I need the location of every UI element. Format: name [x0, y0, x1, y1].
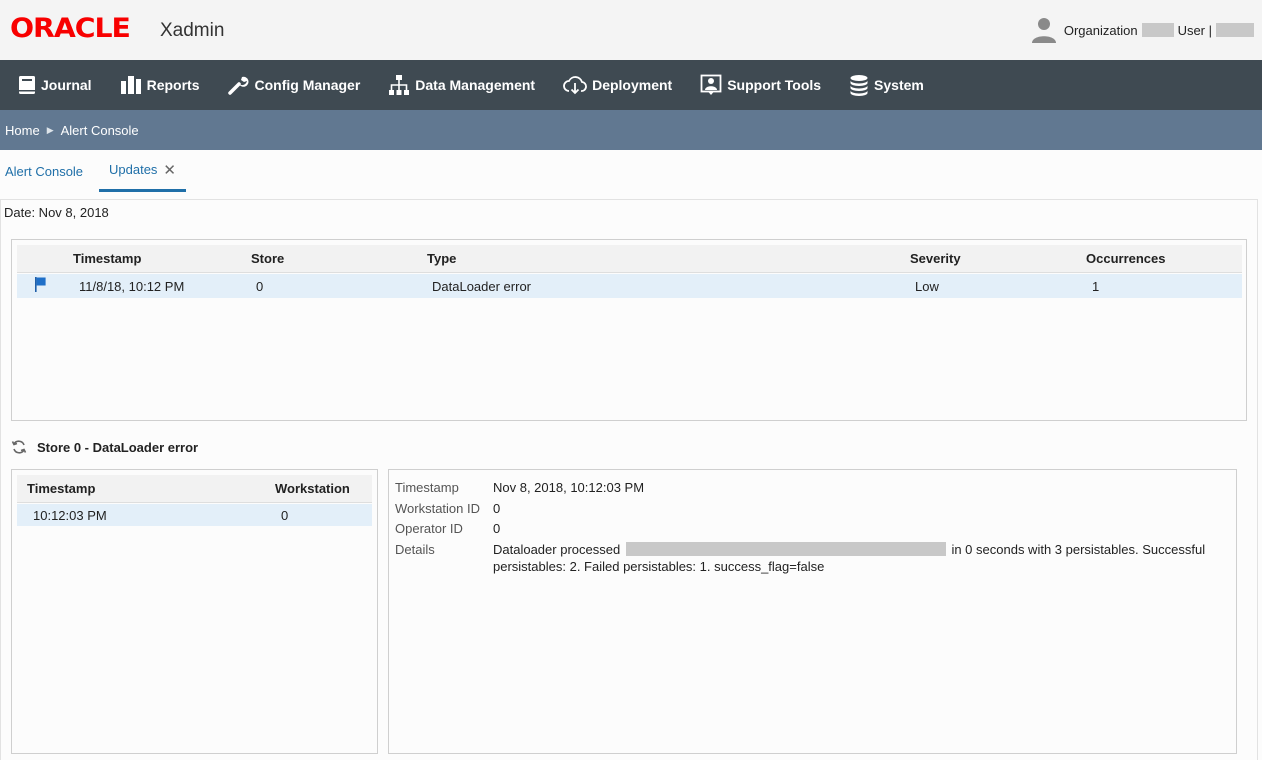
journal-icon — [19, 76, 35, 94]
workstation-table-header: Timestamp Workstation — [17, 475, 372, 503]
organization-label: Organization — [1063, 22, 1138, 38]
user-label: User | — [1177, 22, 1212, 38]
alerts-table-header: Timestamp Store Type Severity Occurrence… — [17, 245, 1242, 273]
detail-operator-value: 0 — [493, 521, 501, 536]
column-header-store[interactable]: Store — [251, 251, 284, 266]
tab-updates[interactable]: Updates ✕ — [99, 150, 186, 192]
flag-icon — [35, 277, 46, 292]
workstation-table: Timestamp Workstation 10:12:03 PM 0 — [11, 469, 378, 754]
nav-system[interactable]: System — [849, 74, 924, 96]
details-prefix: Dataloader processed — [493, 542, 621, 557]
detail-timestamp-label: Timestamp — [395, 480, 459, 495]
nav-journal[interactable]: Journal — [18, 75, 92, 95]
cell-workstation: 0 — [281, 508, 289, 523]
breadcrumb-home[interactable]: Home — [5, 123, 40, 138]
nav-config-manager[interactable]: Config Manager — [227, 74, 360, 96]
nav-deployment[interactable]: Deployment — [563, 74, 672, 96]
app-name: Xadmin — [160, 20, 225, 41]
table-row[interactable]: 11/8/18, 10:12 PM 0 DataLoader error Low… — [17, 274, 1242, 298]
hierarchy-icon — [389, 75, 410, 95]
organization-redacted — [1141, 23, 1174, 37]
user-avatar-icon[interactable] — [1030, 16, 1058, 44]
column-header-timestamp[interactable]: Timestamp — [73, 251, 141, 266]
alerts-table: Timestamp Store Type Severity Occurrence… — [11, 239, 1247, 421]
column-header-severity[interactable]: Severity — [910, 251, 961, 266]
reports-icon — [120, 76, 141, 94]
oracle-logo: ORACLE — [10, 13, 131, 44]
nav-deployment-label: Deployment — [592, 77, 673, 93]
cell-store: 0 — [256, 279, 264, 294]
breadcrumb-separator-icon: ▶ — [46, 124, 54, 135]
nav-config-manager-label: Config Manager — [254, 77, 361, 93]
tab-updates-label: Updates — [109, 162, 158, 177]
user-area[interactable]: Organization User | — [1030, 16, 1254, 44]
app-header: ORACLE Xadmin Organization User | — [0, 0, 1262, 60]
section-title: Store 0 - DataLoader error — [11, 439, 198, 455]
cell-timestamp: 11/8/18, 10:12 PM — [79, 279, 185, 294]
column-header-occurrences[interactable]: Occurrences — [1086, 251, 1166, 266]
main-nav: Journal Reports Config Manager Data Mana… — [0, 60, 1262, 110]
tab-alert-console[interactable]: Alert Console — [5, 150, 83, 192]
column-header-type[interactable]: Type — [427, 251, 456, 266]
nav-system-label: System — [874, 77, 924, 93]
detail-workstation-value: 0 — [493, 501, 501, 516]
nav-journal-label: Journal — [41, 77, 92, 93]
details-redacted — [625, 542, 946, 556]
detail-operator-label: Operator ID — [395, 521, 463, 536]
user-redacted — [1216, 23, 1254, 37]
nav-reports[interactable]: Reports — [120, 75, 200, 95]
refresh-icon[interactable] — [11, 439, 27, 455]
cell-severity: Low — [915, 279, 939, 294]
detail-details-value: Dataloader processed in 0 seconds with 3… — [493, 541, 1223, 575]
detail-timestamp-value: Nov 8, 2018, 10:12:03 PM — [493, 480, 645, 495]
nav-support-tools-label: Support Tools — [727, 77, 822, 93]
database-icon — [850, 75, 868, 96]
support-icon — [700, 74, 722, 95]
cell-timestamp: 10:12:03 PM — [33, 508, 107, 523]
cloud-download-icon — [563, 76, 587, 95]
nav-data-management-label: Data Management — [415, 77, 536, 93]
nav-reports-label: Reports — [146, 77, 200, 93]
wrench-icon — [228, 76, 249, 95]
table-row[interactable]: 10:12:03 PM 0 — [17, 504, 372, 526]
detail-details-label: Details — [395, 542, 435, 557]
close-icon[interactable]: ✕ — [163, 161, 176, 179]
cell-occurrences: 1 — [1092, 279, 1100, 294]
alert-detail-panel: Timestamp Nov 8, 2018, 10:12:03 PM Works… — [388, 469, 1237, 754]
column-header-workstation[interactable]: Workstation — [275, 481, 350, 496]
cell-type: DataLoader error — [432, 279, 531, 294]
breadcrumb: Home ▶ Alert Console — [0, 110, 1262, 150]
nav-data-management[interactable]: Data Management — [388, 74, 535, 96]
tab-alert-console-label: Alert Console — [5, 163, 84, 179]
tab-bar: Alert Console Updates ✕ — [0, 150, 1262, 192]
nav-support-tools[interactable]: Support Tools — [700, 74, 821, 96]
breadcrumb-current: Alert Console — [60, 122, 139, 138]
date-line: Date: Nov 8, 2018 — [4, 205, 109, 220]
column-header-timestamp[interactable]: Timestamp — [27, 481, 95, 496]
section-title-text: Store 0 - DataLoader error — [37, 439, 199, 455]
detail-workstation-label: Workstation ID — [395, 501, 481, 516]
